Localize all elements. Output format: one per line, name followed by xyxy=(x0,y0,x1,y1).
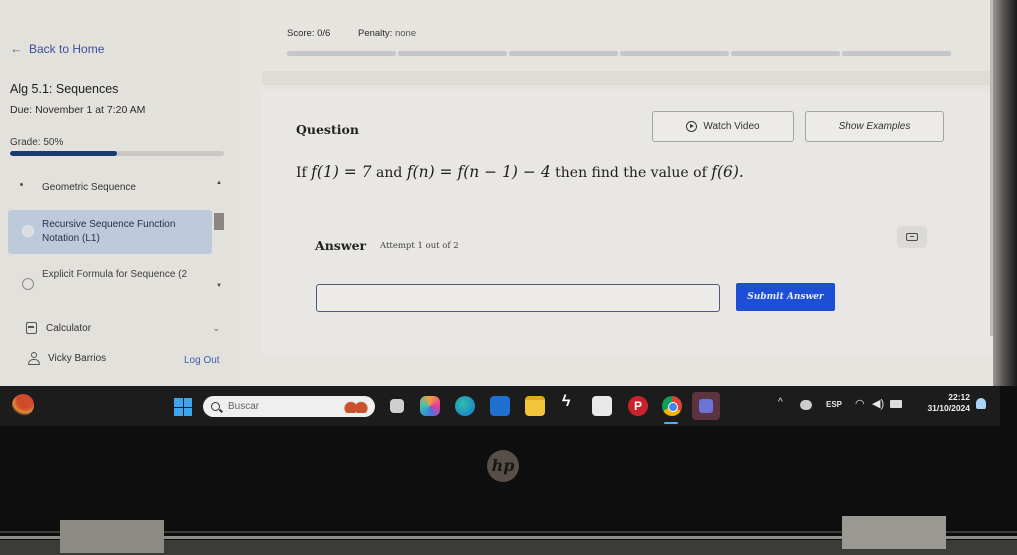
math-expression: f(6). xyxy=(711,163,744,181)
calculator-label: Calculator xyxy=(46,322,92,334)
taskbar: Buscar ϟ P ^ ESP ◠ ◀) 22:12 31/10/2024 xyxy=(0,386,1000,426)
scroll-thumb[interactable] xyxy=(214,213,224,230)
question-progress-segment[interactable] xyxy=(842,51,951,56)
battery-icon[interactable] xyxy=(890,400,902,408)
clock-time: 22:12 xyxy=(948,392,970,402)
hp-logo: hp xyxy=(487,450,519,482)
watch-video-button[interactable]: Watch Video xyxy=(652,111,794,142)
task-view-icon[interactable] xyxy=(390,399,404,413)
question-progress-segment[interactable] xyxy=(509,51,618,56)
question-text-part: then find the value of xyxy=(555,165,707,181)
terminal-icon[interactable]: ϟ xyxy=(562,393,574,413)
math-keyboard-button[interactable] xyxy=(897,226,927,248)
logout-link[interactable]: Log Out xyxy=(184,355,220,366)
topic-label: Explicit Formula for Sequence (2 xyxy=(42,269,188,280)
submit-answer-button[interactable]: Submit Answer xyxy=(736,283,835,311)
calculator-icon xyxy=(26,322,37,334)
outlook-icon[interactable] xyxy=(490,396,510,416)
attempt-counter: Attempt 1 out of 2 xyxy=(380,241,459,251)
taskbar-search[interactable]: Buscar xyxy=(203,396,375,417)
microsoft-store-icon[interactable] xyxy=(592,396,612,416)
back-to-home-label: Back to Home xyxy=(29,41,105,56)
clock[interactable]: 22:12 31/10/2024 xyxy=(922,392,970,414)
grade-label: Grade: 50% xyxy=(10,137,64,148)
question-progress-segment[interactable] xyxy=(731,51,840,56)
play-icon xyxy=(686,121,698,132)
topic-status-icon xyxy=(22,278,34,290)
answer-heading: Answer xyxy=(315,238,367,253)
chrome-icon[interactable] xyxy=(662,396,682,416)
windows-start-icon[interactable] xyxy=(174,398,192,416)
topic-item-selected[interactable]: Recursive Sequence Function Notation (L1… xyxy=(8,210,212,254)
topic-item[interactable]: Geometric Sequence xyxy=(8,181,212,195)
topic-status-icon xyxy=(22,225,34,237)
user-icon xyxy=(28,352,40,365)
grade-progress-bar xyxy=(10,151,224,156)
search-highlight-icon xyxy=(343,400,369,413)
back-to-home-link[interactable]: ← Back to Home xyxy=(10,41,104,56)
browser-screen: ← Back to Home Alg 5.1: Sequences Due: N… xyxy=(0,0,1000,386)
scroll-down-icon[interactable]: ▼ xyxy=(216,283,222,289)
question-progress-segment[interactable] xyxy=(398,51,507,56)
assignment-title: Alg 5.1: Sequences xyxy=(10,82,119,96)
onedrive-icon[interactable] xyxy=(800,400,812,410)
notification-bell-icon[interactable] xyxy=(976,398,986,409)
scroll-up-icon[interactable]: ▲ xyxy=(216,180,222,186)
sidebar: ← Back to Home Alg 5.1: Sequences Due: N… xyxy=(0,0,240,386)
watch-video-label: Watch Video xyxy=(703,121,760,132)
answer-input[interactable] xyxy=(316,284,720,312)
penalty-label: Penalty: xyxy=(358,28,393,39)
score: Score: 0/6 xyxy=(287,28,331,39)
penalty-value: none xyxy=(394,28,417,39)
copilot-icon[interactable] xyxy=(420,396,440,416)
hinge-left xyxy=(60,520,164,553)
grade-progress-fill xyxy=(10,151,117,156)
arrow-left-icon: ← xyxy=(10,41,23,56)
chevron-down-icon: ⌄ xyxy=(212,322,220,333)
widgets-icon[interactable] xyxy=(12,394,34,416)
user-info: Vicky Barrios xyxy=(28,352,106,365)
topic-label: Geometric Sequence xyxy=(42,182,136,193)
file-explorer-icon[interactable] xyxy=(525,396,545,416)
question-text: If f(1) = 7 and f(n) = f(n − 1) − 4 then… xyxy=(296,163,744,181)
volume-icon[interactable]: ◀) xyxy=(872,397,884,410)
keyboard-icon xyxy=(906,233,918,241)
question-text-part: If xyxy=(296,165,307,181)
chevron-up-icon[interactable]: ^ xyxy=(778,397,783,408)
edge-icon[interactable] xyxy=(455,396,475,416)
math-expression: f(n) = f(n − 1) − 4 xyxy=(406,163,551,181)
topic-item[interactable]: Explicit Formula for Sequence (2 xyxy=(8,268,212,290)
question-text-part: and xyxy=(376,165,403,181)
language-indicator[interactable]: ESP xyxy=(826,400,842,409)
hinge-right xyxy=(842,516,946,549)
topic-list: Geometric Sequence Recursive Sequence Fu… xyxy=(8,172,230,294)
question-heading: Question xyxy=(296,122,359,137)
topic-list-scrollbar[interactable]: ▲ ▼ xyxy=(214,177,224,289)
clock-date: 31/10/2024 xyxy=(927,403,970,413)
calculator-toggle[interactable]: Calculator ⌄ xyxy=(26,322,220,334)
question-progress-segment[interactable] xyxy=(620,51,729,56)
screen-edge xyxy=(993,0,1017,386)
topic-label: Recursive Sequence Function Notation (L1… xyxy=(42,219,176,244)
search-icon xyxy=(211,402,220,411)
wifi-icon[interactable]: ◠ xyxy=(855,397,865,410)
pinterest-icon[interactable]: P xyxy=(628,396,648,416)
show-examples-button[interactable]: Show Examples xyxy=(805,111,944,142)
user-name: Vicky Barrios xyxy=(48,353,107,364)
due-date: Due: November 1 at 7:20 AM xyxy=(10,104,146,116)
teams-icon[interactable] xyxy=(692,392,720,420)
divider xyxy=(262,71,992,85)
chrome-active-indicator xyxy=(664,422,678,424)
math-expression: f(1) = 7 xyxy=(311,163,372,181)
search-placeholder: Buscar xyxy=(228,401,260,412)
penalty: Penalty: none xyxy=(358,28,416,39)
question-progress-segment[interactable] xyxy=(287,51,396,56)
